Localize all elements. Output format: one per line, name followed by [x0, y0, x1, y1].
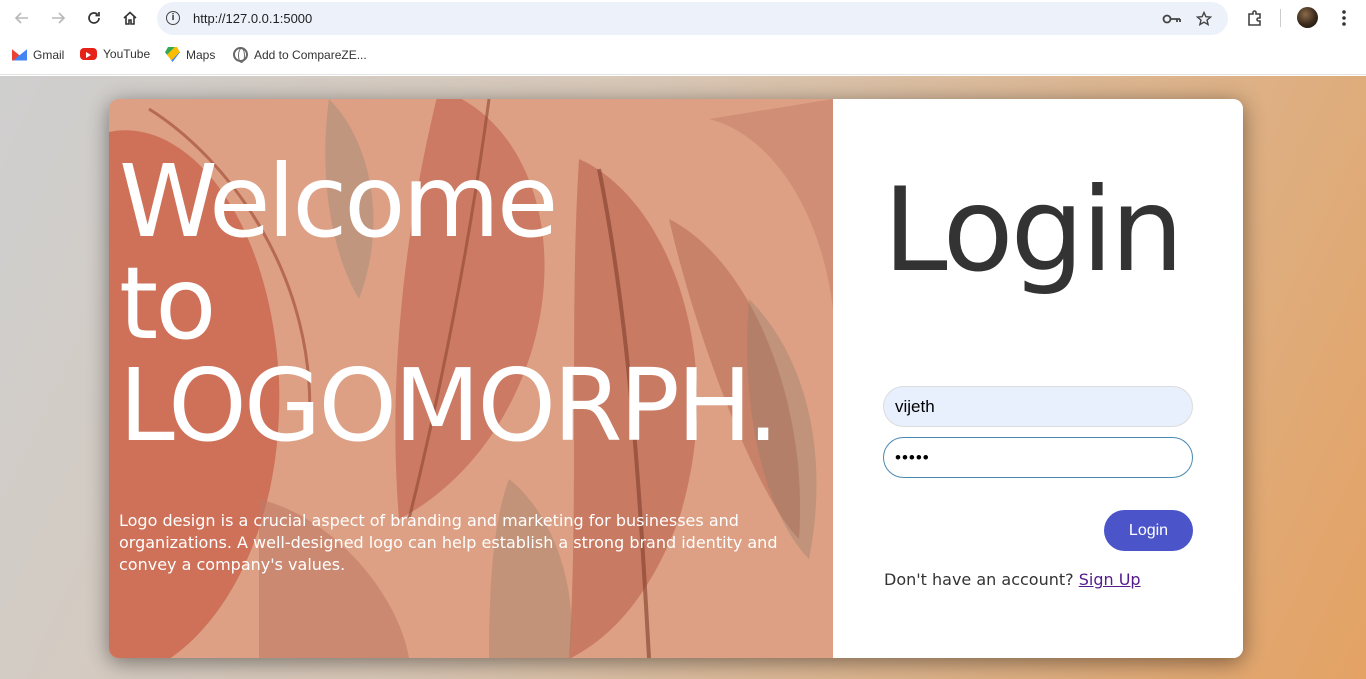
bookmark-label: Maps: [186, 47, 216, 62]
profile-avatar[interactable]: [1297, 7, 1318, 28]
menu-dots-icon[interactable]: [1332, 6, 1356, 30]
password-key-icon[interactable]: [1162, 9, 1182, 29]
login-card: Welcome to LOGOMORPH. Logo design is a c…: [109, 99, 1243, 658]
maps-icon: [165, 47, 180, 62]
hero-description: Logo design is a crucial aspect of brand…: [119, 511, 778, 574]
address-url[interactable]: http://127.0.0.1:5000: [193, 11, 312, 26]
bookmarks-bar: Gmail YouTube Maps Add to CompareZE...: [0, 36, 1366, 75]
toolbar-divider: [1280, 9, 1281, 27]
password-input[interactable]: [883, 437, 1193, 478]
hero-title: Welcome to LOGOMORPH.: [119, 143, 779, 464]
globe-icon: [233, 47, 248, 63]
hero-title-line: Welcome: [119, 143, 558, 260]
browser-toolbar: i http://127.0.0.1:5000: [0, 0, 1366, 36]
bookmark-youtube[interactable]: YouTube: [80, 47, 150, 61]
back-arrow-icon[interactable]: [10, 6, 34, 30]
hero-title-line: to: [119, 245, 216, 362]
reload-icon[interactable]: [82, 6, 106, 30]
bookmark-star-icon[interactable]: [1194, 9, 1214, 29]
login-button[interactable]: Login: [1104, 510, 1193, 551]
forward-arrow-icon[interactable]: [46, 6, 70, 30]
youtube-icon: [80, 48, 97, 60]
signup-row: Don't have an account? Sign Up: [884, 570, 1141, 589]
bookmark-label: Gmail: [33, 47, 65, 62]
login-title: Login: [883, 163, 1184, 298]
bookmark-gmail[interactable]: Gmail: [12, 47, 64, 62]
signup-prompt: Don't have an account?: [884, 570, 1074, 589]
bookmark-label: Add to CompareZE...: [254, 47, 367, 62]
bookmark-label: YouTube: [103, 47, 151, 61]
signup-link[interactable]: Sign Up: [1079, 570, 1141, 589]
bookmark-maps[interactable]: Maps: [165, 47, 215, 62]
login-form-panel: Login Login Don't have an account? Sign …: [833, 99, 1243, 658]
username-input[interactable]: [883, 386, 1193, 427]
gmail-icon: [12, 49, 27, 61]
site-info-icon[interactable]: i: [166, 11, 180, 25]
bookmark-comparez[interactable]: Add to CompareZE...: [233, 47, 367, 63]
extensions-icon[interactable]: [1243, 6, 1267, 30]
page-background: Welcome to LOGOMORPH. Logo design is a c…: [0, 76, 1366, 679]
hero-panel: Welcome to LOGOMORPH. Logo design is a c…: [109, 99, 833, 658]
address-bar[interactable]: i http://127.0.0.1:5000: [157, 2, 1228, 35]
hero-title-line: LOGOMORPH.: [119, 347, 779, 464]
home-icon[interactable]: [118, 6, 142, 30]
